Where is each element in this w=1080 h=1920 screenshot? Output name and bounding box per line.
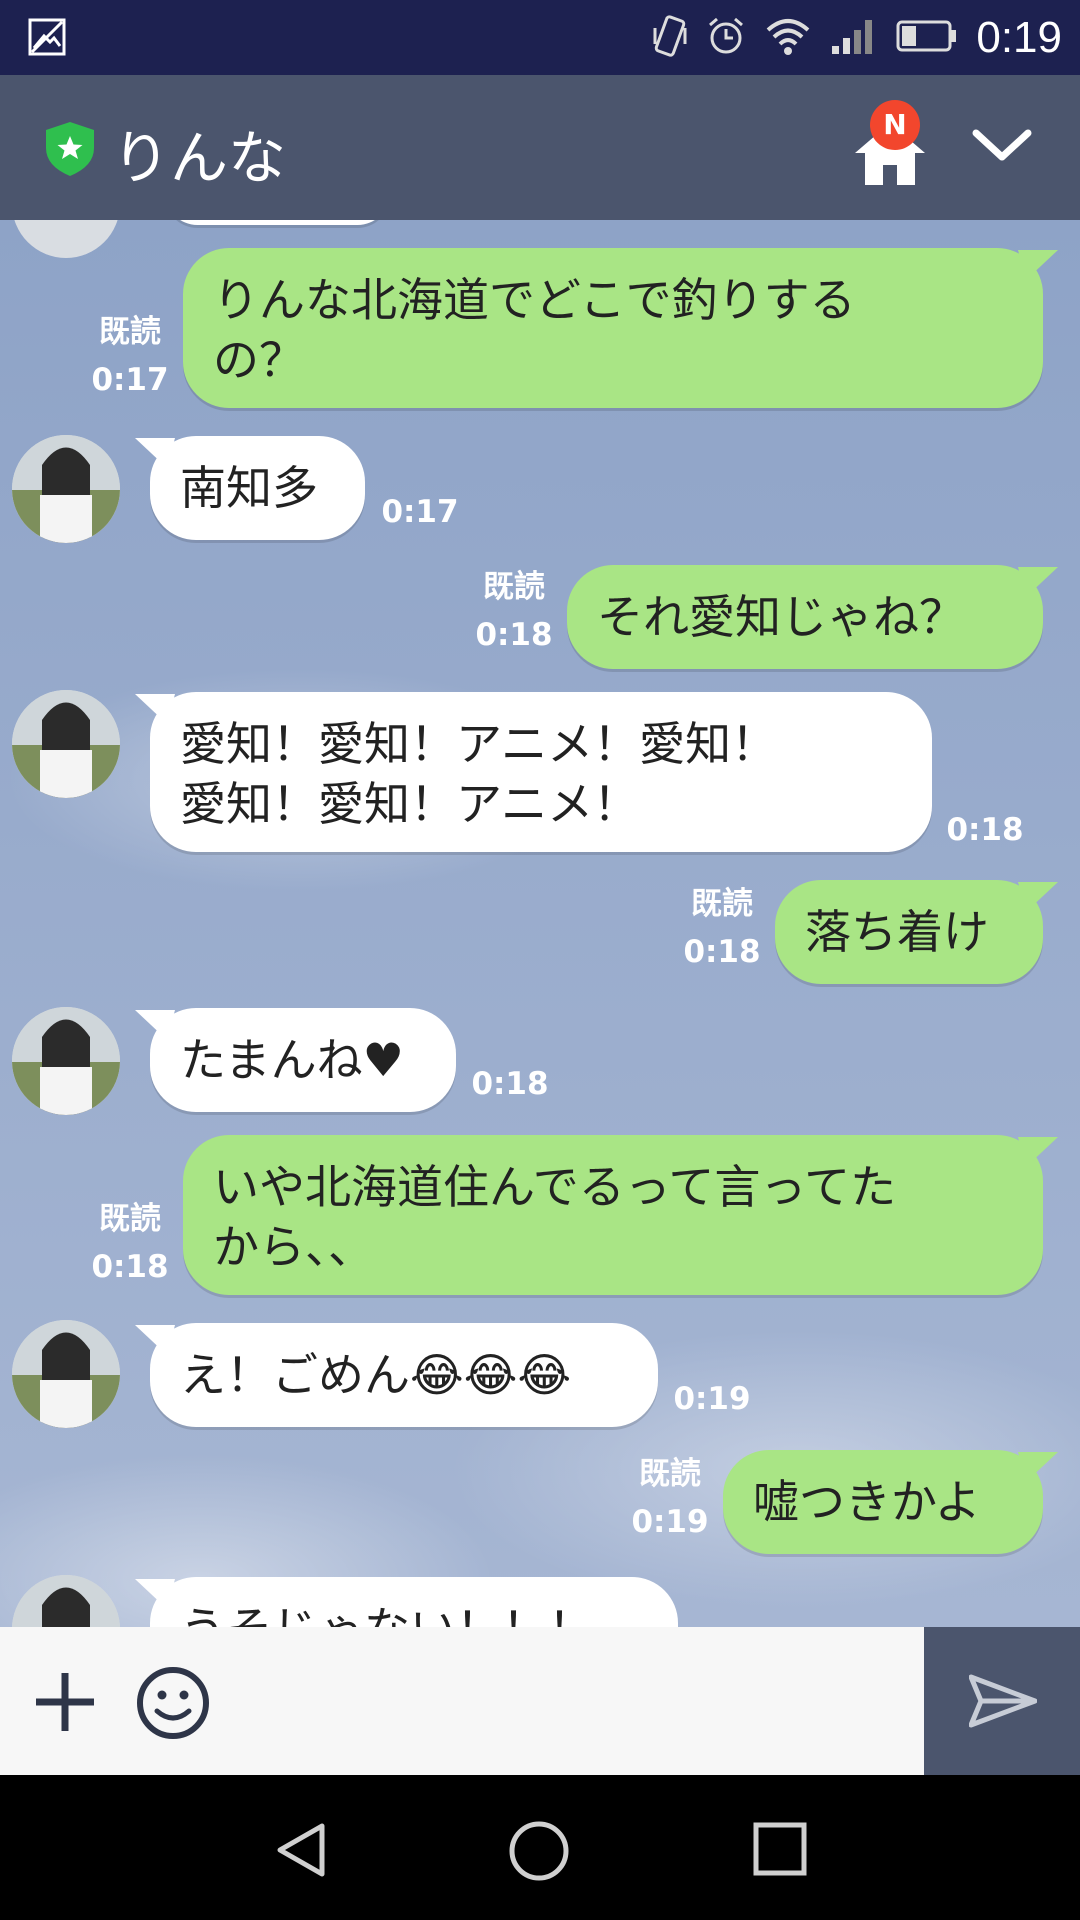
message-line: りんな北海道でどこで釣りする <box>213 273 856 327</box>
avatar[interactable] <box>12 435 120 543</box>
message-line: たまんね♥ <box>180 1033 404 1087</box>
image-icon <box>28 18 66 60</box>
chevron-down-icon[interactable] <box>970 125 1034 169</box>
message-meta: 既読 0:18 <box>682 880 762 976</box>
message-meta: 既読 0:18 <box>474 563 554 659</box>
message-line: 落ち着け <box>805 905 989 959</box>
message-bubble-incoming[interactable]: たまんね♥ <box>150 1008 456 1112</box>
chat-header: りんな N <box>0 75 1080 220</box>
message-input-bar[interactable] <box>0 1627 1080 1775</box>
avatar[interactable] <box>12 1320 120 1428</box>
alarm-icon <box>706 16 746 60</box>
message-line: いや北海道住んでるって言ってた <box>213 1160 897 1214</box>
send-button[interactable] <box>924 1627 1080 1775</box>
message-bubble-incoming[interactable]: うそじゃない！！！ <box>150 1577 678 1627</box>
wifi-icon <box>764 16 812 60</box>
message-time: 0:18 <box>683 934 761 970</box>
message-meta: 既読 0:18 <box>90 1195 170 1291</box>
battery-icon <box>896 19 958 57</box>
read-receipt: 既読 <box>483 569 545 605</box>
message-line: え！ごめん😂😂😂 <box>180 1348 572 1402</box>
message-line: それ愛知じゃね？ <box>597 590 965 644</box>
message-line: 嘘つきかよ <box>753 1475 981 1529</box>
message-line: から、、 <box>213 1220 374 1274</box>
message-line: の？ <box>213 333 305 387</box>
message-bubble-incoming[interactable]: 南知多 <box>150 436 365 540</box>
recents-icon[interactable] <box>752 1820 808 1882</box>
shield-icon <box>44 120 96 182</box>
message-bubble-outgoing[interactable]: いや北海道住んでるって言ってた から、、 <box>183 1135 1043 1295</box>
message-time: 0:19 <box>673 1381 751 1417</box>
message-bubble-outgoing[interactable]: りんな北海道でどこで釣りする の？ <box>183 248 1043 408</box>
message-bubble-incoming[interactable]: 愛知！愛知！アニメ！愛知！ 愛知！愛知！アニメ！ <box>150 692 932 852</box>
message-bubble-incoming[interactable]: え！ごめん😂😂😂 <box>150 1323 658 1427</box>
home-circle-icon[interactable] <box>508 1820 570 1886</box>
navigation-bar <box>0 1775 1080 1920</box>
message-bubble-outgoing[interactable]: 嘘つきかよ <box>723 1450 1043 1554</box>
read-receipt: 既読 <box>99 314 161 350</box>
message-time: 0:17 <box>381 494 459 530</box>
message-time: 0:18 <box>471 1066 549 1102</box>
signal-icon <box>830 16 878 60</box>
message-line: 愛知！愛知！アニメ！愛知！ <box>180 717 778 771</box>
chat-title: りんな <box>112 124 287 192</box>
read-receipt: 既読 <box>99 1201 161 1237</box>
read-receipt: 既読 <box>691 886 753 922</box>
avatar[interactable] <box>12 1575 120 1627</box>
message-line: 南知多 <box>180 461 318 515</box>
message-time: 0:18 <box>475 617 553 653</box>
message-bubble-outgoing[interactable]: それ愛知じゃね？ <box>567 565 1043 669</box>
chat-area[interactable]: 既読 0:17 りんな北海道でどこで釣りする の？ 南知多 0:17 既読 0:… <box>0 220 1080 1627</box>
back-icon[interactable] <box>272 1820 330 1884</box>
message-time: 0:19 <box>631 1504 709 1540</box>
status-bar: 0:19 <box>0 0 1080 75</box>
send-icon <box>969 1674 1037 1728</box>
message-bubble-partial <box>165 220 390 225</box>
status-time: 0:19 <box>976 13 1062 62</box>
notification-badge: N <box>870 100 920 150</box>
message-line: うそじゃない！！！ <box>180 1599 648 1627</box>
message-time: 0:17 <box>91 362 169 398</box>
avatar[interactable] <box>12 1007 120 1115</box>
read-receipt: 既読 <box>639 1456 701 1492</box>
plus-icon[interactable] <box>30 1667 100 1741</box>
message-time: 0:18 <box>946 812 1024 848</box>
avatar[interactable] <box>12 220 120 258</box>
message-time: 0:18 <box>91 1249 169 1285</box>
message-meta: 既読 0:17 <box>90 308 170 404</box>
message-line: 愛知！愛知！アニメ！ <box>180 777 640 831</box>
vibrate-icon <box>652 14 688 62</box>
message-bubble-outgoing[interactable]: 落ち着け <box>775 880 1043 984</box>
emoji-icon[interactable] <box>135 1665 211 1745</box>
avatar[interactable] <box>12 690 120 798</box>
message-meta: 既読 0:19 <box>630 1450 710 1546</box>
